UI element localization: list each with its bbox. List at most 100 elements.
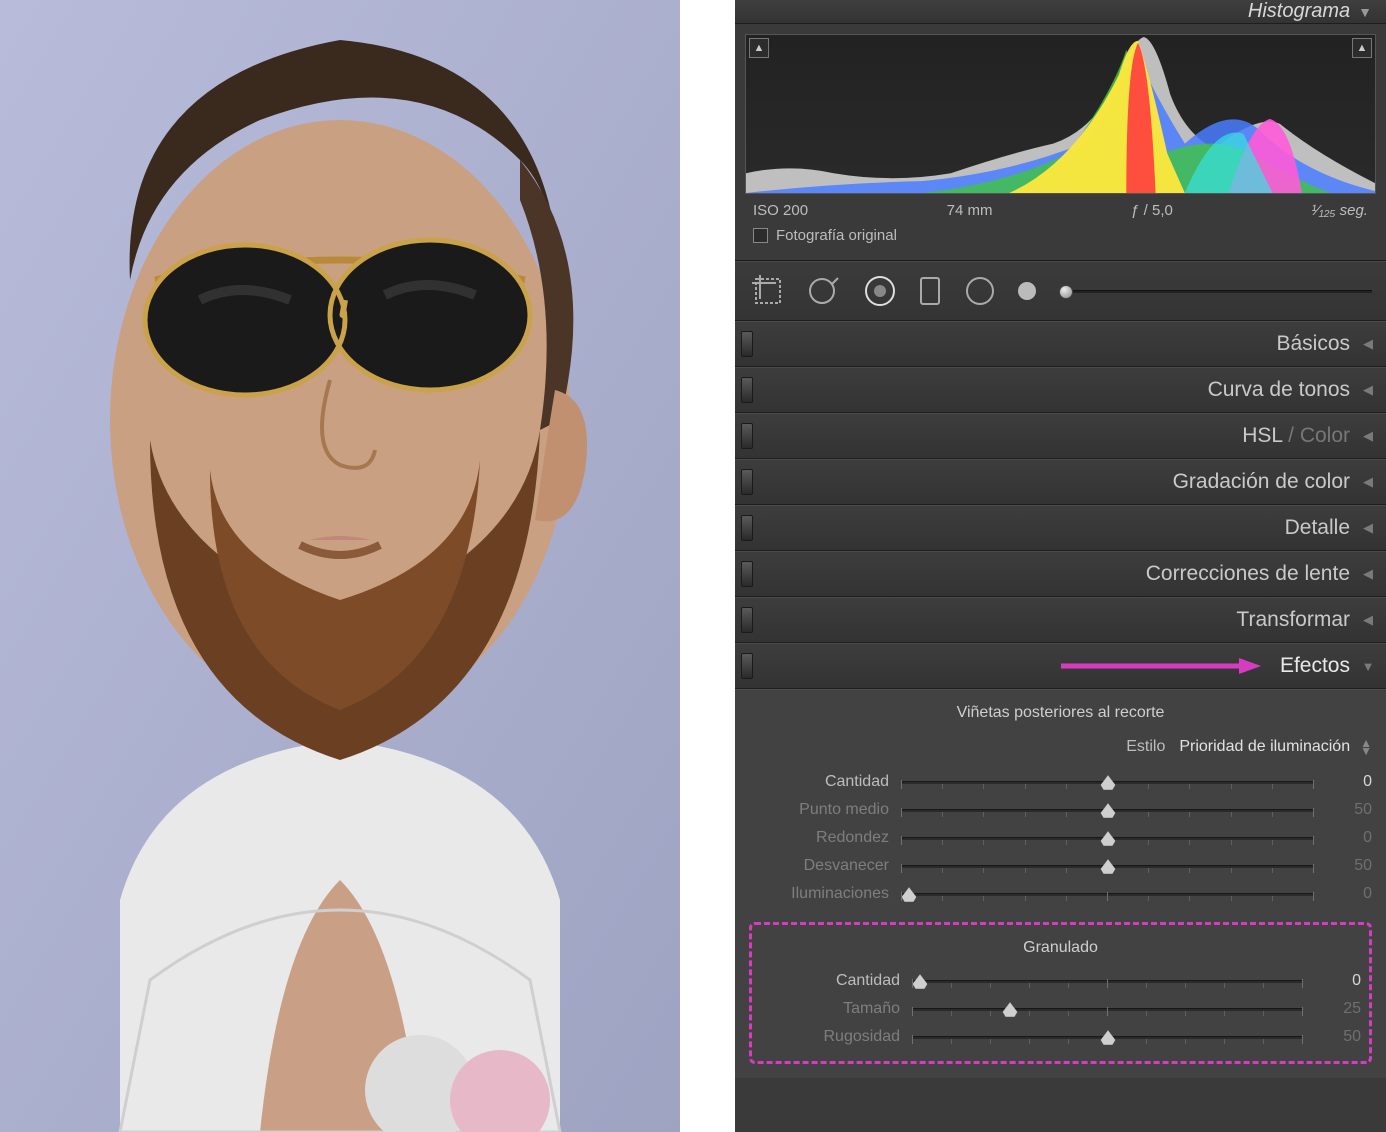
portrait-illustration xyxy=(0,0,680,1132)
histogram-header[interactable]: Histograma ▼ xyxy=(735,0,1386,24)
histogram[interactable]: ▲ ▲ xyxy=(745,34,1376,194)
section-effects-wrap: Efectos ▼ xyxy=(735,643,1386,689)
switch-icon[interactable] xyxy=(741,653,753,679)
switch-icon[interactable] xyxy=(741,423,753,449)
collapse-icon: ▼ xyxy=(1360,659,1376,674)
exif-shutter: ¹⁄₁₂₅ seg. xyxy=(1311,202,1368,219)
slider-label: Redondez xyxy=(749,829,889,847)
expand-icon: ◀ xyxy=(1360,382,1376,398)
slider-row: Cantidad 0 xyxy=(760,967,1361,995)
slider xyxy=(901,801,1314,819)
switch-icon[interactable] xyxy=(741,607,753,633)
exif-focal: 74 mm xyxy=(947,202,993,219)
slider[interactable] xyxy=(901,773,1314,791)
chevron-updown-icon: ▲▼ xyxy=(1360,739,1372,755)
section-basic[interactable]: Básicos ◀ xyxy=(735,321,1386,367)
tool-strip xyxy=(735,261,1386,321)
section-effects[interactable]: Efectos ▼ xyxy=(735,643,1386,689)
slider-value: 50 xyxy=(1315,1028,1361,1046)
slider-value: 50 xyxy=(1326,801,1372,819)
slider-row: Cantidad 0 xyxy=(749,768,1372,796)
section-detail[interactable]: Detalle ◀ xyxy=(735,505,1386,551)
slider-knob-icon xyxy=(1100,859,1115,874)
expand-icon: ◀ xyxy=(1360,336,1376,352)
switch-icon[interactable] xyxy=(741,561,753,587)
histogram-wrap: ▲ ▲ ISO 200 74 mm ƒ / 5,0 ¹⁄₁₂₅ seg. Fot… xyxy=(735,24,1386,260)
slider-row: Tamaño 25 xyxy=(760,995,1361,1023)
slider xyxy=(912,1000,1303,1018)
switch-icon[interactable] xyxy=(741,515,753,541)
slider-row: Redondez 0 xyxy=(749,824,1372,852)
slider-label: Punto medio xyxy=(749,801,889,819)
redeye-tool-icon[interactable] xyxy=(861,272,899,310)
style-label: Estilo xyxy=(1126,738,1165,756)
slider-row: Iluminaciones 0 xyxy=(749,880,1372,908)
exif-aperture: ƒ / 5,0 xyxy=(1131,202,1173,219)
radial-tool-icon[interactable] xyxy=(961,272,999,310)
slider-row: Punto medio 50 xyxy=(749,796,1372,824)
section-hsl[interactable]: HSL / Color ◀ xyxy=(735,413,1386,459)
slider-label: Cantidad xyxy=(760,972,900,990)
exif-row: ISO 200 74 mm ƒ / 5,0 ¹⁄₁₂₅ seg. xyxy=(745,194,1376,223)
shadow-clipping-icon[interactable]: ▲ xyxy=(749,38,769,58)
slider-knob-icon xyxy=(902,887,917,902)
slider xyxy=(901,829,1314,847)
slider-label: Rugosidad xyxy=(760,1028,900,1046)
slider xyxy=(901,885,1314,903)
section-color-grading[interactable]: Gradación de color ◀ xyxy=(735,459,1386,505)
checkbox-icon[interactable] xyxy=(753,228,768,243)
slider-value: 25 xyxy=(1315,1000,1361,1018)
slider-value[interactable]: 0 xyxy=(1315,972,1361,990)
gap xyxy=(680,0,735,1132)
collapse-icon: ▼ xyxy=(1358,4,1372,20)
expand-icon: ◀ xyxy=(1360,428,1376,444)
section-tone-curve[interactable]: Curva de tonos ◀ xyxy=(735,367,1386,413)
slider-knob-icon[interactable] xyxy=(1100,775,1115,790)
slider-label: Cantidad xyxy=(749,773,889,791)
slider xyxy=(912,1028,1303,1046)
develop-panel: Histograma ▼ ▲ ▲ ISO 200 74 mm xyxy=(735,0,1386,1132)
slider-knob-icon xyxy=(1100,1030,1115,1045)
brush-tool-icon[interactable] xyxy=(1017,272,1041,310)
spot-tool-icon[interactable] xyxy=(805,272,843,310)
vignette-style-row: Estilo Prioridad de iluminación ▲▼ xyxy=(749,732,1372,762)
style-dropdown[interactable]: Prioridad de iluminación ▲▼ xyxy=(1179,738,1372,756)
exif-iso: ISO 200 xyxy=(753,202,808,219)
expand-icon: ◀ xyxy=(1360,612,1376,628)
slider-value: 50 xyxy=(1326,857,1372,875)
slider-label: Tamaño xyxy=(760,1000,900,1018)
original-label: Fotografía original xyxy=(776,227,897,244)
slider-row: Rugosidad 50 xyxy=(760,1023,1361,1051)
crop-tool-icon[interactable] xyxy=(749,272,787,310)
brush-size-slider[interactable] xyxy=(1059,286,1372,296)
slider-knob-icon xyxy=(1002,1002,1017,1017)
section-lens[interactable]: Correcciones de lente ◀ xyxy=(735,551,1386,597)
vignette-title: Viñetas posteriores al recorte xyxy=(749,704,1372,722)
slider-value: 0 xyxy=(1326,885,1372,903)
section-transform[interactable]: Transformar ◀ xyxy=(735,597,1386,643)
app-root: Histograma ▼ ▲ ▲ ISO 200 74 mm xyxy=(0,0,1386,1132)
slider-label: Desvanecer xyxy=(749,857,889,875)
mask-tool-icon[interactable] xyxy=(917,272,943,310)
switch-icon[interactable] xyxy=(741,331,753,357)
highlight-clipping-icon[interactable]: ▲ xyxy=(1352,38,1372,58)
switch-icon[interactable] xyxy=(741,469,753,495)
slider-value[interactable]: 0 xyxy=(1326,773,1372,791)
slider-knob-icon[interactable] xyxy=(912,974,927,989)
expand-icon: ◀ xyxy=(1360,520,1376,536)
switch-icon[interactable] xyxy=(741,377,753,403)
original-photo-toggle[interactable]: Fotografía original xyxy=(745,223,1376,254)
slider-knob-icon xyxy=(1100,803,1115,818)
slider-label: Iluminaciones xyxy=(749,885,889,903)
grain-title: Granulado xyxy=(760,939,1361,957)
slider-value: 0 xyxy=(1326,829,1372,847)
effects-body: Viñetas posteriores al recorte Estilo Pr… xyxy=(735,689,1386,1078)
expand-icon: ◀ xyxy=(1360,474,1376,490)
slider[interactable] xyxy=(912,972,1303,990)
slider-knob-icon xyxy=(1100,831,1115,846)
photo-preview xyxy=(0,0,680,1132)
histogram-title: Histograma xyxy=(1248,0,1350,23)
histogram-graphic xyxy=(746,35,1375,193)
slider-row: Desvanecer 50 xyxy=(749,852,1372,880)
expand-icon: ◀ xyxy=(1360,566,1376,582)
